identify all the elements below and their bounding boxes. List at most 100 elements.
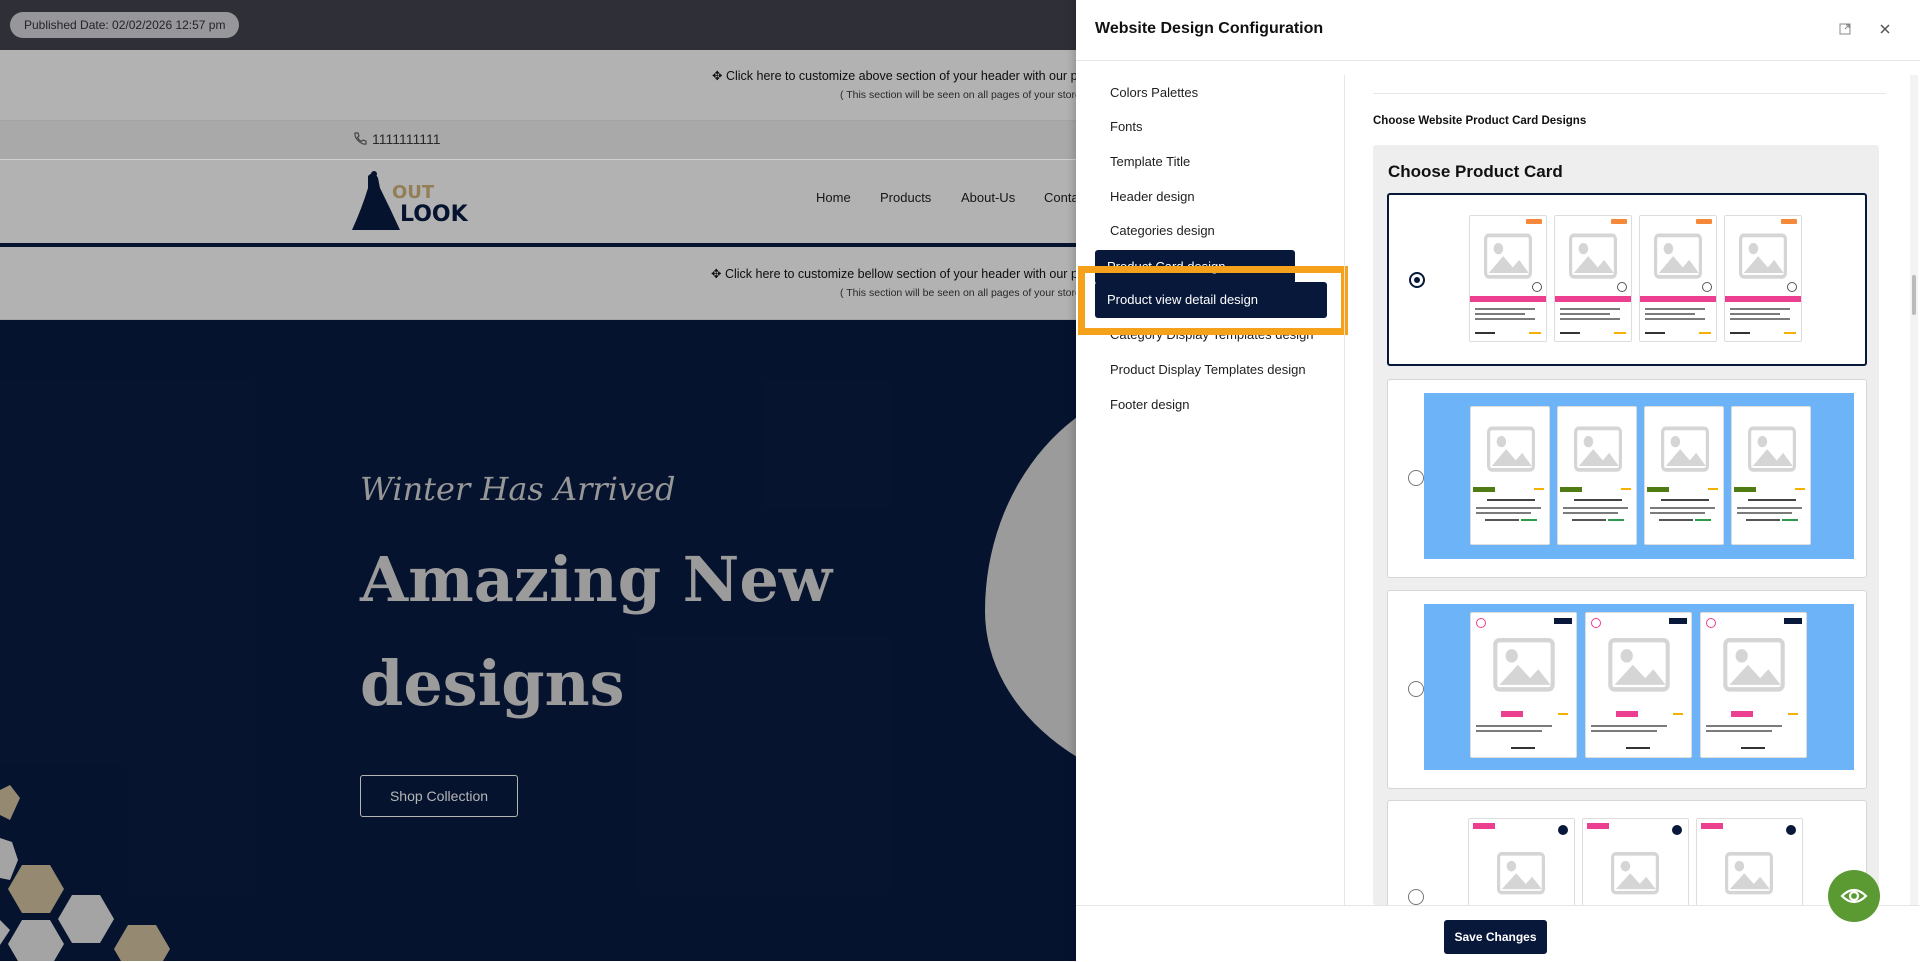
card-text-line [1706, 730, 1772, 732]
card-text-line [1475, 308, 1535, 310]
drawer-header-divider [1076, 60, 1920, 61]
menu-product-view-detail-design[interactable]: Product view detail design [1095, 282, 1327, 318]
price-line [1511, 747, 1535, 749]
rating-line [1784, 332, 1796, 334]
mini-product-card [1470, 406, 1550, 545]
mini-product-card [1554, 215, 1632, 342]
menu-footer-design[interactable]: Footer design [1110, 397, 1190, 412]
menu-fonts[interactable]: Fonts [1110, 119, 1143, 134]
menu-product-display-templates[interactable]: Product Display Templates design [1110, 362, 1306, 377]
heart-icon [1591, 618, 1601, 628]
discount-tag [1554, 618, 1572, 624]
menu-divider [1344, 75, 1345, 905]
mini-product-card [1639, 215, 1717, 342]
mini-product-card [1731, 406, 1811, 545]
card-text-line [1645, 308, 1705, 310]
card-text-line [1645, 318, 1705, 320]
mini-product-card [1469, 215, 1547, 342]
card-text-line [1563, 512, 1618, 514]
menu-template-title[interactable]: Template Title [1110, 154, 1190, 169]
image-placeholder-icon [1561, 226, 1625, 290]
price-line [1746, 519, 1780, 521]
section-divider [1373, 93, 1886, 94]
image-placeholder-icon [1653, 419, 1717, 483]
bestseller-tag [1731, 711, 1753, 717]
price-line [1730, 332, 1750, 334]
rating-line [1621, 488, 1631, 490]
category-bar [1725, 296, 1801, 302]
mini-product-card [1585, 612, 1692, 758]
product-card-option-3[interactable] [1387, 590, 1867, 789]
rating-line [1795, 488, 1805, 490]
option-4-radio[interactable] [1408, 889, 1424, 905]
rating-line [1788, 713, 1798, 715]
menu-header-design[interactable]: Header design [1110, 189, 1195, 204]
image-placeholder-icon [1566, 419, 1630, 483]
card-text-line [1476, 507, 1541, 509]
mini-product-card [1644, 406, 1724, 545]
heart-icon [1617, 282, 1627, 292]
option-4-preview [1468, 816, 1848, 909]
bestseller-tag [1473, 487, 1495, 492]
heart-icon [1706, 618, 1716, 628]
card-text-line [1476, 512, 1531, 514]
menu-categories-design[interactable]: Categories design [1110, 223, 1215, 238]
discount-line [1695, 519, 1711, 521]
product-card-option-1[interactable] [1387, 193, 1867, 366]
menu-colors-palettes[interactable]: Colors Palettes [1110, 85, 1198, 100]
image-placeholder-icon [1479, 419, 1543, 483]
expand-icon[interactable] [1835, 20, 1855, 40]
card-text-line [1645, 313, 1695, 315]
save-changes-button[interactable]: Save Changes [1444, 920, 1547, 954]
option-3-preview [1424, 604, 1854, 770]
mini-product-card [1470, 612, 1577, 758]
overlay-dim[interactable] [0, 0, 1076, 961]
discount-tag [1696, 219, 1712, 224]
bestseller-tag [1473, 823, 1495, 829]
image-placeholder-icon [1717, 845, 1781, 905]
close-icon[interactable] [1875, 20, 1895, 40]
card-text-line [1560, 308, 1620, 310]
bestseller-tag [1701, 823, 1723, 829]
heart-icon [1702, 282, 1712, 292]
image-placeholder-icon [1731, 226, 1795, 290]
price-line [1475, 332, 1495, 334]
option-3-radio[interactable] [1408, 681, 1424, 697]
price-line [1560, 332, 1580, 334]
price-line [1741, 747, 1765, 749]
card-text-line [1591, 725, 1667, 727]
scrollbar-thumb[interactable] [1912, 275, 1916, 315]
image-placeholder-icon [1489, 845, 1553, 905]
rating-line [1534, 488, 1544, 490]
category-bar [1555, 296, 1631, 302]
discount-line [1782, 519, 1798, 521]
rating-line [1673, 713, 1683, 715]
price-line [1645, 332, 1665, 334]
card-text-line [1730, 318, 1790, 320]
discount-tag [1781, 219, 1797, 224]
card-text-line [1475, 313, 1525, 315]
mini-product-card [1468, 818, 1575, 909]
rating-line [1529, 332, 1541, 334]
bestseller-tag [1501, 711, 1523, 717]
eye-icon [1840, 888, 1868, 904]
heart-icon [1476, 618, 1486, 628]
discount-tag [1669, 618, 1687, 624]
scrollbar-track[interactable] [1910, 75, 1918, 905]
product-card-option-4[interactable] [1387, 800, 1867, 910]
image-placeholder-icon [1603, 845, 1667, 905]
product-card-option-2[interactable] [1387, 379, 1867, 578]
bestseller-tag [1734, 487, 1756, 492]
option-2-radio[interactable] [1408, 470, 1424, 486]
mini-product-card [1724, 215, 1802, 342]
preview-eye-button[interactable] [1828, 870, 1880, 922]
card-text-line [1560, 313, 1610, 315]
mini-product-card [1557, 406, 1637, 545]
price-line [1659, 519, 1693, 521]
option-1-radio[interactable] [1409, 272, 1425, 288]
design-config-drawer: Website Design Configuration Colors Pale… [1076, 0, 1920, 962]
category-bar [1640, 296, 1716, 302]
discount-tag [1611, 219, 1627, 224]
option-1-preview [1469, 215, 1809, 345]
heart-icon [1532, 282, 1542, 292]
